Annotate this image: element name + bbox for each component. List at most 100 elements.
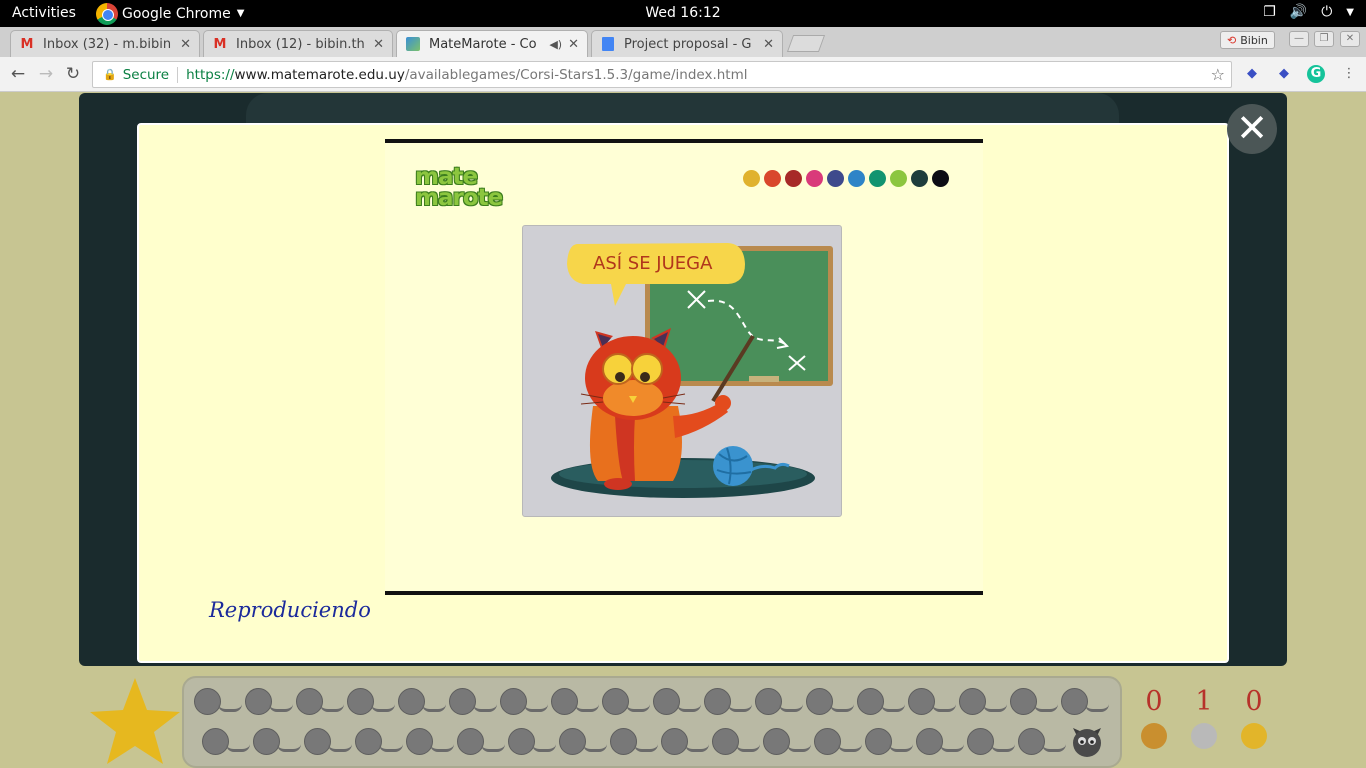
palette-dot <box>911 170 928 187</box>
close-window-button[interactable]: ✕ <box>1340 31 1360 47</box>
chevron-down-icon: ▼ <box>236 8 245 19</box>
power-icon: ⏻ <box>1321 4 1333 20</box>
app-name: Google Chrome <box>122 5 231 22</box>
gmail-icon: M <box>213 36 227 52</box>
url-path: /availablegames/Corsi-Stars1.5.3/game/in… <box>404 66 748 83</box>
palette-dot <box>890 170 907 187</box>
profile-name: Bibin <box>1240 33 1268 47</box>
palette-dot <box>806 170 823 187</box>
yarn-ball-icon <box>406 724 457 760</box>
yarn-row-bottom <box>202 724 1069 760</box>
url-host: www.matemarote.edu.uy <box>234 66 405 83</box>
palette-dot <box>743 170 760 187</box>
bubble-text: ASÍ SE JUEGA <box>593 252 713 274</box>
reload-button[interactable]: ↻ <box>63 64 83 84</box>
yarn-ball-icon <box>755 684 806 720</box>
close-modal-button[interactable]: ✕ <box>1227 104 1277 154</box>
gmail-icon: M <box>20 36 34 52</box>
yarn-ball <box>713 446 753 486</box>
activities-button[interactable]: Activities <box>12 5 76 21</box>
tutorial-video[interactable]: mate marote ASÍ SE JUEGA <box>385 139 983 595</box>
yarn-ball-icon <box>806 684 857 720</box>
yarn-ball-icon <box>1018 724 1069 760</box>
yarn-ball-icon <box>661 724 712 760</box>
tab-title: Project proposal - G <box>624 36 752 52</box>
minimize-button[interactable]: — <box>1289 31 1309 47</box>
secure-label: Secure <box>122 66 170 83</box>
maximize-button[interactable]: ❐ <box>1314 31 1334 47</box>
tutorial-illustration: ASÍ SE JUEGA <box>522 225 842 517</box>
tab-inbox-1[interactable]: M Inbox (32) - m.bibin ✕ <box>10 30 200 57</box>
instructions-modal: mate marote ASÍ SE JUEGA Reproduciendo <box>137 123 1229 663</box>
system-top-bar: Activities Google Chrome ▼ Wed 16:12 ❐ 🔊… <box>0 0 1366 27</box>
status-text: Reproduciendo <box>209 598 371 622</box>
yarn-ball-icon <box>194 684 245 720</box>
bookmark-star-icon[interactable]: ☆ <box>1211 65 1225 84</box>
yarn-ball-icon <box>908 684 959 720</box>
system-tray[interactable]: ❐ 🔊 ⏻ ▼ <box>1263 4 1354 20</box>
page-content: mate marote ASÍ SE JUEGA Reproduciendo ✕… <box>0 92 1366 768</box>
close-icon[interactable]: ✕ <box>568 37 579 52</box>
yarn-ball-icon <box>653 684 704 720</box>
yarn-ball-icon <box>712 724 763 760</box>
address-bar[interactable]: 🔒 Secure https:// www.matemarote.edu.uy … <box>92 61 1232 88</box>
app-menu[interactable]: Google Chrome ▼ <box>96 0 244 27</box>
yarn-ball-icon <box>296 684 347 720</box>
palette-dot <box>932 170 949 187</box>
yarn-ball-icon <box>500 684 551 720</box>
palette-dot <box>869 170 886 187</box>
grammarly-icon[interactable]: G <box>1307 65 1325 83</box>
silver-medal-icon <box>1191 723 1217 749</box>
yarn-ball-icon <box>202 724 253 760</box>
cat-head-icon <box>1073 728 1101 757</box>
close-icon[interactable]: ✕ <box>763 37 774 52</box>
progress-track <box>182 676 1122 768</box>
tab-title: MateMarote - Co <box>429 36 537 52</box>
cat-teacher-illustration: ASÍ SE JUEGA <box>551 243 833 498</box>
chrome-icon <box>96 2 118 25</box>
score-value: 0 <box>1145 686 1163 717</box>
yarn-ball-icon <box>398 684 449 720</box>
logo-text-2: marote <box>415 185 503 211</box>
back-button[interactable]: ← <box>8 64 28 84</box>
color-palette <box>743 170 949 187</box>
palette-dot <box>764 170 781 187</box>
menu-icon[interactable]: ⋮ <box>1340 65 1358 83</box>
close-icon[interactable]: ✕ <box>373 37 384 52</box>
yarn-ball-icon <box>347 684 398 720</box>
new-tab-button[interactable] <box>786 35 826 52</box>
yarn-ball-icon <box>916 724 967 760</box>
yarn-ball-icon <box>1010 684 1061 720</box>
lock-icon: 🔒 <box>103 68 117 81</box>
tab-matemarote[interactable]: MateMarote - Co ◀) ✕ <box>396 30 588 57</box>
close-icon[interactable]: ✕ <box>180 37 191 52</box>
yarn-ball-icon <box>245 684 296 720</box>
url-scheme: https:// <box>186 66 235 83</box>
profile-button[interactable]: ⟲ Bibin <box>1220 31 1275 49</box>
forward-button[interactable]: → <box>36 64 56 84</box>
divider <box>177 66 179 83</box>
score-panel: 0 1 0 <box>1140 686 1268 749</box>
score-gold: 0 <box>1240 686 1268 749</box>
score-bronze: 0 <box>1140 686 1168 749</box>
yarn-ball-icon <box>602 684 653 720</box>
tab-strip: M Inbox (32) - m.bibin ✕ M Inbox (12) - … <box>0 27 1366 57</box>
yarn-ball-icon <box>610 724 661 760</box>
yarn-ball-icon <box>1061 684 1112 720</box>
tab-project-proposal[interactable]: Project proposal - G ✕ <box>591 30 783 57</box>
extension-mask-icon-2[interactable]: ◆ <box>1275 65 1293 83</box>
yarn-ball-icon <box>814 724 865 760</box>
palette-dot <box>785 170 802 187</box>
yarn-ball-icon <box>508 724 559 760</box>
yarn-ball-icon <box>763 724 814 760</box>
volume-icon: 🔊 <box>1289 4 1308 20</box>
yarn-ball-icon <box>551 684 602 720</box>
extension-mask-icon[interactable]: ◆ <box>1243 65 1261 83</box>
tab-inbox-2[interactable]: M Inbox (12) - bibin.th ✕ <box>203 30 393 57</box>
tab-title: Inbox (32) - m.bibin <box>43 36 172 52</box>
score-value: 1 <box>1195 686 1213 717</box>
yarn-ball-icon <box>865 724 916 760</box>
bronze-medal-icon <box>1141 723 1167 749</box>
palette-dot <box>848 170 865 187</box>
audio-icon[interactable]: ◀) <box>549 38 562 51</box>
